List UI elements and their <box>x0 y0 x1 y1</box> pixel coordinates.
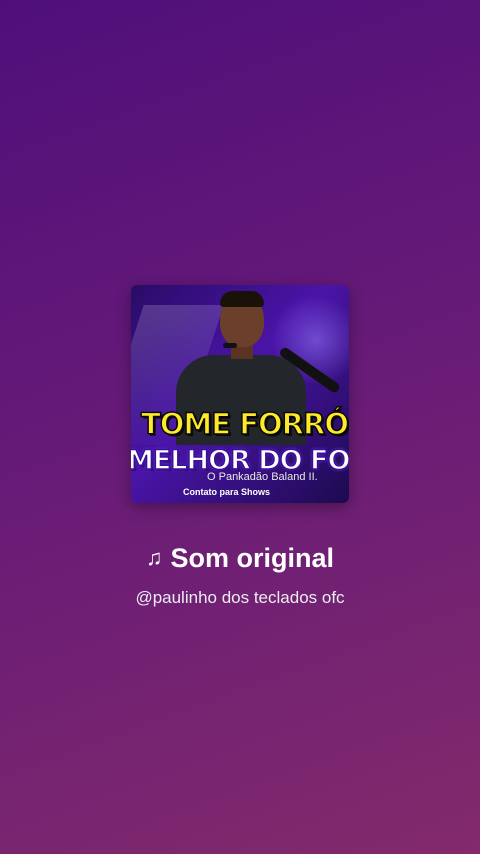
sound-title-row[interactable]: ♫ Som original <box>0 538 480 578</box>
headset-mic-icon <box>223 343 237 348</box>
album-cover[interactable]: TOME FORRÓ MELHOR DO FOR O Pankadão Bala… <box>131 285 349 503</box>
performer-hair <box>220 291 264 307</box>
cover-byline: O Pankadão Baland II. <box>207 471 318 483</box>
sound-title: Som original <box>170 543 335 573</box>
cover-byline-tail: II. <box>308 471 318 483</box>
cover-headline: TOME FORRÓ <box>140 406 349 442</box>
music-note-icon: ♫ <box>145 545 163 570</box>
cover-byline-text: O Pankadão Baland <box>207 471 306 483</box>
cover-contact: Contato para Shows <box>183 487 271 497</box>
author-handle[interactable]: @paulinho dos teclados ofc <box>0 586 480 610</box>
